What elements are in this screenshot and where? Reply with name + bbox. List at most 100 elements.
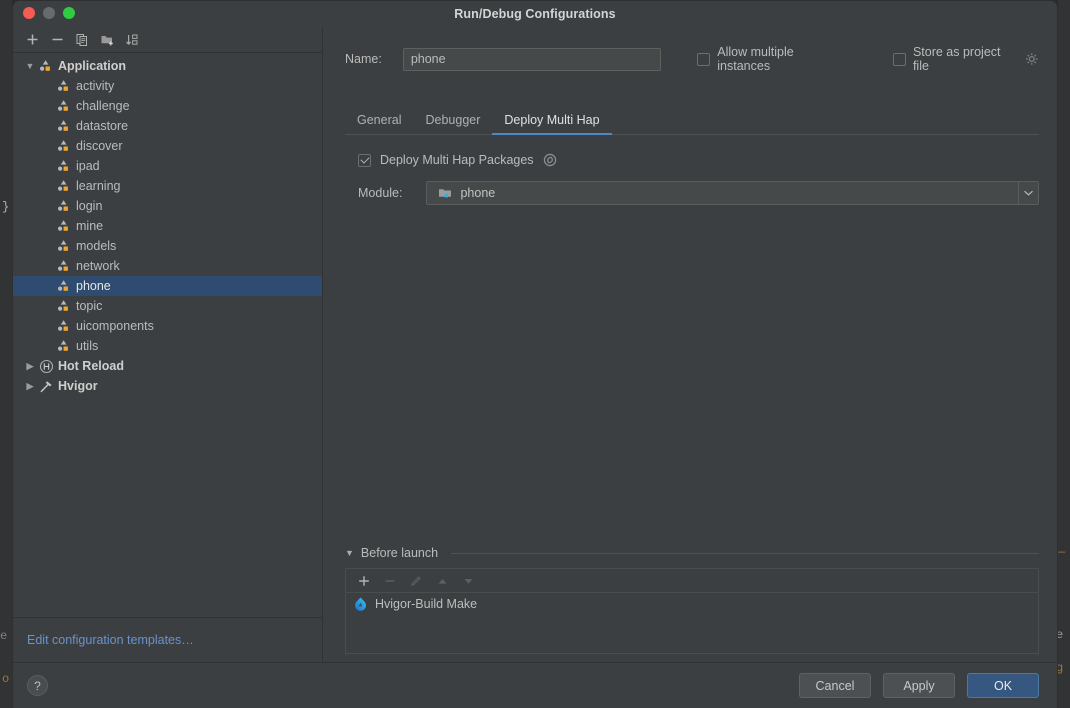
edit-configuration-templates-link[interactable]: Edit configuration templates… xyxy=(27,633,194,647)
store-as-project-file-label: Store as project file xyxy=(912,45,1001,73)
add-task-button[interactable] xyxy=(354,572,374,590)
store-as-project-file-checkbox[interactable]: Store as project file xyxy=(892,45,1039,73)
maximize-window-button[interactable] xyxy=(63,7,75,19)
chevron-down-icon[interactable]: ▼ xyxy=(23,61,37,71)
help-button[interactable]: ? xyxy=(27,675,48,696)
tree-item-hot-reload[interactable]: ▶ Hot Reload xyxy=(13,356,322,376)
deploy-multi-hap-row[interactable]: Deploy Multi Hap Packages xyxy=(358,153,1039,167)
remove-configuration-button[interactable] xyxy=(46,30,68,50)
chevron-right-icon[interactable]: ▶ xyxy=(23,361,37,372)
configuration-tabs[interactable]: General Debugger Deploy Multi Hap xyxy=(345,107,1039,135)
app-module-icon xyxy=(57,260,68,271)
dialog-titlebar: Run/Debug Configurations xyxy=(13,1,1057,27)
close-window-button[interactable] xyxy=(23,7,35,19)
module-name: phone xyxy=(460,186,496,200)
tree-item-phone[interactable]: phone xyxy=(13,276,322,296)
before-launch-toolbar xyxy=(345,568,1039,592)
ok-button[interactable]: OK xyxy=(967,673,1039,698)
editor-gutter-left xyxy=(0,0,12,708)
dialog-footer: ? Cancel Apply OK xyxy=(13,662,1057,708)
tree-item-challenge[interactable]: challenge xyxy=(13,96,322,116)
triangle-down-icon xyxy=(464,578,472,584)
remove-task-button xyxy=(380,572,400,590)
window-controls[interactable] xyxy=(23,7,75,19)
tree-item-datastore[interactable]: datastore xyxy=(13,116,322,136)
new-folder-button[interactable] xyxy=(96,30,118,50)
cancel-button[interactable]: Cancel xyxy=(799,673,871,698)
deploy-multi-hap-packages-box[interactable] xyxy=(358,153,371,167)
gear-icon[interactable] xyxy=(1025,52,1039,66)
module-dropdown-value: phone xyxy=(427,186,1018,200)
add-configuration-button[interactable] xyxy=(21,30,43,50)
tree-item-label: discover xyxy=(76,139,123,153)
app-module-icon-wrap xyxy=(55,279,73,293)
app-module-icon xyxy=(57,280,68,291)
tree-item-learning[interactable]: learning xyxy=(13,176,322,196)
app-module-icon xyxy=(57,220,68,231)
app-module-icon xyxy=(57,320,68,331)
minus-icon xyxy=(52,38,62,41)
app-module-icon-wrap xyxy=(55,239,73,253)
tree-item-uicomponents[interactable]: uicomponents xyxy=(13,316,322,336)
tree-item-label: models xyxy=(76,239,117,253)
before-launch-collapse-caret[interactable]: ▼ xyxy=(345,548,354,558)
apply-button[interactable]: Apply xyxy=(883,673,955,698)
tree-item-activity[interactable]: activity xyxy=(13,76,322,96)
tab-debugger[interactable]: Debugger xyxy=(413,113,492,134)
before-launch-header[interactable]: ▼ Before launch xyxy=(345,544,1039,562)
dialog-title: Run/Debug Configurations xyxy=(454,7,616,21)
help-link-icon[interactable] xyxy=(543,153,557,167)
store-as-project-file-box[interactable] xyxy=(892,52,906,66)
editor-gutter-right xyxy=(1058,0,1070,708)
tree-item-utils[interactable]: utils xyxy=(13,336,322,356)
hvigor-logo-icon xyxy=(355,597,366,611)
app-module-icon xyxy=(57,180,68,191)
module-folder-icon xyxy=(439,188,452,197)
tree-item-topic[interactable]: topic xyxy=(13,296,322,316)
name-input[interactable] xyxy=(402,47,662,71)
before-launch-title: Before launch xyxy=(360,546,439,560)
module-dropdown[interactable]: phone xyxy=(426,181,1039,205)
copy-configuration-button[interactable] xyxy=(71,30,93,50)
tree-item-application[interactable]: ▼ Application xyxy=(13,56,322,76)
app-module-icon-wrap xyxy=(55,259,73,273)
hvigor-hammer-icon-wrap xyxy=(37,379,55,394)
configurations-toolbar xyxy=(13,27,322,53)
allow-multiple-instances-checkbox[interactable]: Allow multiple instances xyxy=(697,45,846,73)
tree-item-label: utils xyxy=(76,339,99,353)
tab-general[interactable]: General xyxy=(345,113,413,134)
app-module-icon-wrap xyxy=(37,59,55,73)
chevron-right-icon[interactable]: ▶ xyxy=(23,381,37,392)
app-module-icon xyxy=(57,140,68,151)
backdrop-code-fragment: } xyxy=(2,200,10,214)
configurations-tree[interactable]: ▼ Application activity challenge datasto… xyxy=(13,53,322,617)
module-label: Module: xyxy=(358,186,403,200)
tree-item-login[interactable]: login xyxy=(13,196,322,216)
tree-item-label: ipad xyxy=(76,159,100,173)
module-dropdown-arrow[interactable] xyxy=(1018,182,1038,204)
hvigor-hammer-icon xyxy=(40,380,52,392)
app-module-icon-wrap xyxy=(55,339,73,353)
module-row: Module: phone xyxy=(358,181,1039,205)
allow-multiple-instances-label: Allow multiple instances xyxy=(717,45,794,73)
before-launch-task-list[interactable]: Hvigor-Build Make xyxy=(345,592,1039,654)
deploy-multi-hap-packages-label: Deploy Multi Hap Packages xyxy=(380,153,534,167)
tree-item-mine[interactable]: mine xyxy=(13,216,322,236)
plus-icon xyxy=(359,575,369,586)
tree-item-ipad[interactable]: ipad xyxy=(13,156,322,176)
tab-deploy-multi-hap[interactable]: Deploy Multi Hap xyxy=(492,113,612,135)
tree-item-models[interactable]: models xyxy=(13,236,322,256)
before-launch-task-row[interactable]: Hvigor-Build Make xyxy=(346,593,1038,614)
tree-item-discover[interactable]: discover xyxy=(13,136,322,156)
minimize-window-button[interactable] xyxy=(43,7,55,19)
allow-multiple-instances-box[interactable] xyxy=(697,52,711,66)
tree-item-label: activity xyxy=(76,79,115,93)
tree-item-hvigor[interactable]: ▶ Hvigor xyxy=(13,376,322,396)
tree-item-network[interactable]: network xyxy=(13,256,322,276)
app-module-icon-wrap xyxy=(55,159,73,173)
edit-task-button xyxy=(406,572,426,590)
sort-configurations-button[interactable] xyxy=(121,30,143,50)
chevron-down-icon xyxy=(1024,190,1033,196)
app-module-icon xyxy=(57,100,68,111)
